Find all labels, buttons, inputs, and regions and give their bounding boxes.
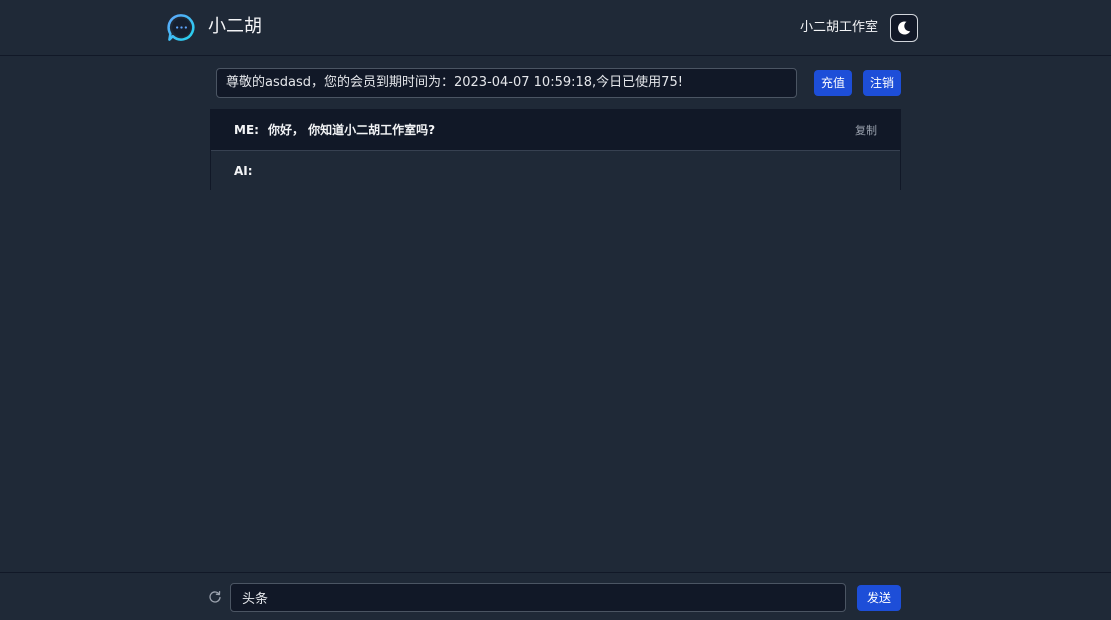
studio-link[interactable]: 小二胡工作室	[800, 19, 878, 37]
composer-bar: 发送	[0, 572, 1111, 620]
message-text: 你好， 你知道小二胡工作室吗?	[268, 123, 436, 137]
refresh-icon[interactable]	[208, 590, 222, 604]
recharge-button[interactable]: 充值	[814, 70, 852, 96]
membership-notice: 尊敬的asdasd，您的会员到期时间为：2023-04-07 10:59:18,…	[216, 68, 797, 98]
message-role: AI:	[234, 164, 253, 178]
copy-button[interactable]: 复制	[855, 123, 877, 138]
message-role: ME:	[234, 123, 259, 137]
logout-button[interactable]: 注销	[863, 70, 901, 96]
top-bar: 小二胡 小二胡工作室	[0, 0, 1111, 56]
brand-title: 小二胡	[208, 16, 262, 37]
chat-history: ME: 你好， 你知道小二胡工作室吗? 复制 AI:	[210, 109, 901, 190]
moon-icon	[898, 21, 911, 35]
chat-logo-icon	[167, 14, 195, 41]
theme-toggle-button[interactable]	[890, 14, 918, 42]
send-button[interactable]: 发送	[857, 585, 901, 611]
chat-message-ai: AI:	[211, 150, 900, 190]
chat-message-user: ME: 你好， 你知道小二胡工作室吗? 复制	[211, 110, 900, 150]
message-input[interactable]	[230, 583, 846, 612]
